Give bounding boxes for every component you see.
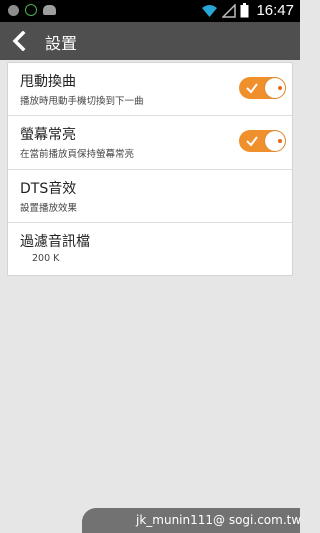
wifi-icon: [202, 4, 218, 17]
notification-icon: [8, 4, 19, 16]
setting-title: 甩動換曲: [20, 74, 76, 90]
check-icon: [246, 136, 258, 147]
battery-level-icon: [25, 4, 37, 16]
settings-card: 甩動換曲 播放時甩動手機切換到下一曲 螢幕常亮 在當前播放頁保持螢幕常亮 DTS…: [7, 62, 293, 276]
setting-filter-audio-files[interactable]: 過濾音訊檔 200 K: [8, 223, 292, 275]
setting-shake-to-skip[interactable]: 甩動換曲 播放時甩動手機切換到下一曲: [8, 63, 292, 116]
notification-icons: [8, 4, 56, 16]
page-title: 設置: [45, 34, 78, 53]
status-bar: 16:47: [0, 0, 300, 22]
setting-dts-audio[interactable]: DTS音效 設置播放效果: [8, 170, 292, 223]
setting-title: 過濾音訊檔: [20, 234, 90, 250]
check-icon: [246, 83, 258, 94]
battery-icon: [240, 3, 249, 18]
setting-title: 螢幕常亮: [20, 127, 76, 143]
clock: 16:47: [256, 2, 294, 19]
setting-subtitle: 設置播放效果: [20, 203, 78, 214]
android-icon: [43, 5, 56, 15]
setting-title: DTS音效: [20, 181, 77, 197]
keep-screen-on-toggle[interactable]: [239, 130, 286, 152]
setting-subtitle: 在當前播放頁保持螢幕常亮: [20, 149, 135, 160]
action-bar: 設置: [0, 22, 300, 60]
watermark: jk_munin111@ sogi.com.tw: [82, 508, 301, 533]
shake-to-skip-toggle[interactable]: [239, 77, 286, 99]
system-icons: 16:47: [201, 2, 294, 19]
toggle-knob: [265, 78, 285, 98]
chevron-left-icon[interactable]: [10, 31, 28, 51]
setting-keep-screen-on[interactable]: 螢幕常亮 在當前播放頁保持螢幕常亮: [8, 116, 292, 170]
signal-icon: [222, 3, 237, 18]
setting-value: 200 K: [32, 253, 60, 264]
setting-subtitle: 播放時甩動手機切換到下一曲: [20, 96, 144, 107]
toggle-knob: [265, 131, 285, 151]
